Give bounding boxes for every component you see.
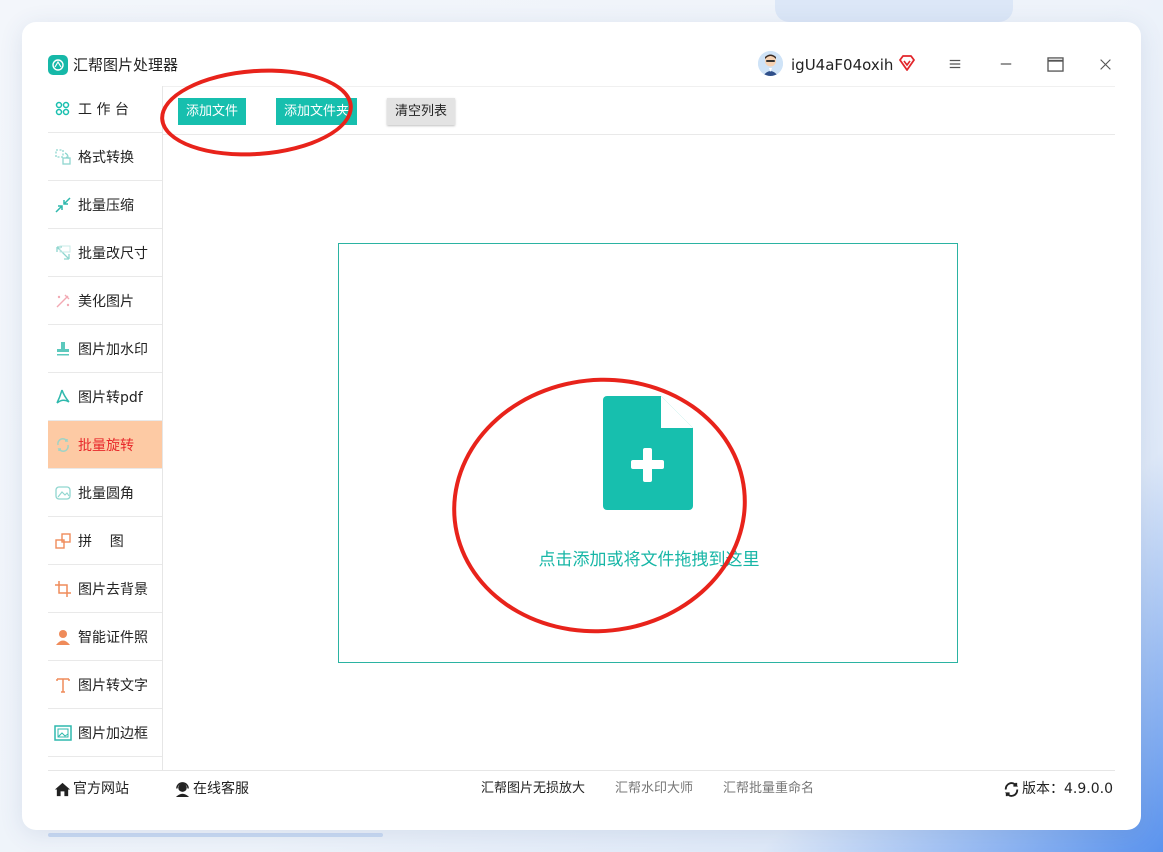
sidebar-item-label: 图片转pdf — [78, 389, 143, 406]
frame-icon — [48, 724, 78, 742]
sidebar-item-label: 图片去背景 — [78, 581, 148, 598]
sidebar-item-batch-resize[interactable]: 批量改尺寸 — [48, 229, 162, 277]
watermark-master-link[interactable]: 汇帮水印大师 — [615, 780, 693, 798]
sidebar-item-label: 批量旋转 — [78, 437, 134, 454]
sidebar-item-label: 批量压缩 — [78, 197, 134, 214]
text-icon — [48, 676, 78, 694]
sidebar-item-watermark[interactable]: 图片加水印 — [48, 325, 162, 373]
round-corner-icon — [48, 484, 78, 502]
version-info[interactable]: 版本：4.9.0.0 — [1003, 780, 1113, 798]
headset-icon — [175, 781, 190, 797]
drop-zone-text: 点击添加或将文件拖拽到这里 — [538, 550, 760, 570]
person-icon — [48, 628, 78, 646]
sidebar-item-ocr[interactable]: 图片转文字 — [48, 661, 162, 709]
close-icon[interactable] — [1095, 54, 1115, 74]
grid-icon — [48, 100, 78, 118]
sidebar-item-label: 拼 图 — [78, 533, 124, 550]
background-strip — [48, 833, 383, 837]
resize-icon — [48, 244, 78, 262]
sidebar-item-batch-rotate[interactable]: 批量旋转 — [48, 421, 162, 469]
version-label: 版本：4.9.0.0 — [1022, 781, 1113, 797]
sidebar-item-id-photo[interactable]: 智能证件照 — [48, 613, 162, 661]
username[interactable]: igU4aF04oxih — [791, 55, 893, 75]
official-website-link[interactable]: 官方网站 — [54, 780, 129, 798]
lossless-enlarge-link[interactable]: 汇帮图片无损放大 — [481, 780, 585, 798]
rotate-icon — [48, 436, 78, 454]
app-window: 汇帮图片处理器 igU4aF04oxih 工 作 台 格式转换 批量压缩 批量改… — [22, 22, 1141, 830]
sidebar-item-beautify[interactable]: 美化图片 — [48, 277, 162, 325]
sidebar-item-batch-compress[interactable]: 批量压缩 — [48, 181, 162, 229]
app-logo-icon — [48, 55, 68, 75]
online-service-label: 在线客服 — [193, 781, 249, 797]
footer: 官方网站 在线客服 汇帮图片无损放大 汇帮水印大师 汇帮批量重命名 版本：4.9… — [48, 770, 1115, 806]
sidebar-item-add-border[interactable]: 图片加边框 — [48, 709, 162, 757]
convert-icon — [48, 148, 78, 166]
compress-icon — [48, 196, 78, 214]
background-tab — [775, 0, 1013, 22]
toolbar: 添加文件 添加文件夹 清空列表 — [163, 86, 1115, 135]
maximize-icon[interactable] — [1045, 54, 1065, 74]
sidebar-item-label: 格式转换 — [78, 149, 134, 166]
sidebar-item-format-convert[interactable]: 格式转换 — [48, 133, 162, 181]
online-service-link[interactable]: 在线客服 — [174, 780, 249, 798]
pdf-icon — [48, 388, 78, 406]
crop-icon — [48, 580, 78, 598]
title-bar: 汇帮图片处理器 igU4aF04oxih — [22, 22, 1141, 84]
beautify-icon — [48, 292, 78, 310]
add-file-icon — [603, 396, 693, 510]
app-title: 汇帮图片处理器 — [73, 56, 179, 74]
sidebar-item-label: 美化图片 — [78, 293, 134, 310]
puzzle-icon — [48, 532, 78, 550]
add-folder-button[interactable]: 添加文件夹 — [276, 98, 357, 125]
official-website-label: 官方网站 — [73, 781, 129, 797]
avatar[interactable] — [758, 51, 783, 76]
menu-icon[interactable] — [945, 54, 965, 74]
sidebar-item-round-corner[interactable]: 批量圆角 — [48, 469, 162, 517]
refresh-icon — [1004, 781, 1019, 797]
clear-list-button[interactable]: 清空列表 — [387, 98, 455, 125]
vip-diamond-icon[interactable] — [898, 54, 916, 72]
sidebar-item-to-pdf[interactable]: 图片转pdf — [48, 373, 162, 421]
batch-rename-link[interactable]: 汇帮批量重命名 — [723, 780, 814, 798]
sidebar-item-remove-background[interactable]: 图片去背景 — [48, 565, 162, 613]
add-file-button[interactable]: 添加文件 — [178, 98, 246, 125]
main-content: 点击添加或将文件拖拽到这里 — [163, 135, 1115, 770]
home-icon — [54, 782, 71, 796]
sidebar-item-label: 图片加水印 — [78, 341, 148, 358]
sidebar-item-label: 图片加边框 — [78, 725, 148, 742]
stamp-icon — [48, 340, 78, 358]
sidebar: 工 作 台 格式转换 批量压缩 批量改尺寸 美化图片 图片加水印 图片转pdf … — [48, 86, 163, 770]
sidebar-item-puzzle[interactable]: 拼 图 — [48, 517, 162, 565]
sidebar-item-label: 批量改尺寸 — [78, 245, 148, 262]
sidebar-item-label: 工 作 台 — [78, 102, 129, 118]
sidebar-item-label: 图片转文字 — [78, 677, 148, 694]
sidebar-item-label: 智能证件照 — [78, 629, 148, 646]
file-drop-zone[interactable]: 点击添加或将文件拖拽到这里 — [338, 243, 958, 663]
sidebar-item-label: 批量圆角 — [78, 485, 134, 502]
sidebar-item-workbench[interactable]: 工 作 台 — [48, 86, 162, 133]
minimize-icon[interactable] — [996, 54, 1016, 74]
